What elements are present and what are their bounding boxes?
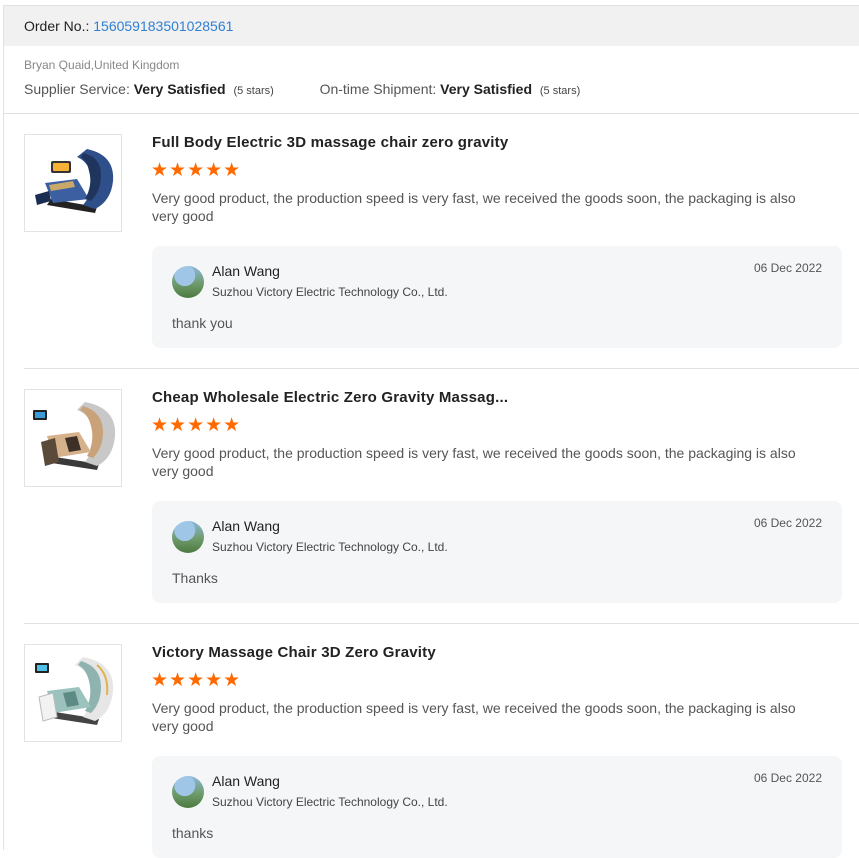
buyer-info: Bryan Quaid,United Kingdom bbox=[24, 58, 180, 72]
star-rating: ★★★★★ bbox=[151, 415, 242, 436]
supplier-reply: Alan Wang Suzhou Victory Electric Techno… bbox=[152, 501, 842, 603]
supplier-service-value: Very Satisfied bbox=[133, 81, 226, 97]
order-number-label: Order No.: 156059183501028561 bbox=[24, 18, 234, 34]
shipment-label: On-time Shipment: bbox=[319, 81, 437, 97]
product-title[interactable]: Victory Massage Chair 3D Zero Gravity bbox=[152, 644, 436, 661]
star-rating: ★★★★★ bbox=[151, 160, 242, 181]
massage-chair-image bbox=[35, 657, 114, 725]
review-text: Very good product, the production speed … bbox=[152, 700, 796, 734]
shipment-value: Very Satisfied bbox=[440, 81, 532, 97]
reply-date: 06 Dec 2022 bbox=[753, 261, 822, 275]
massage-chair-image bbox=[33, 402, 116, 470]
massage-chair-image bbox=[35, 149, 114, 213]
order-header: Order No.: 156059183501028561 bbox=[4, 6, 859, 46]
supplier-reply: Alan Wang Suzhou Victory Electric Techno… bbox=[152, 756, 842, 858]
reply-author: Alan Wang bbox=[212, 518, 280, 534]
shipment-stars: (5 stars) bbox=[539, 85, 581, 97]
product-thumbnail[interactable] bbox=[24, 644, 122, 742]
supplier-service-label: Supplier Service: bbox=[24, 81, 130, 97]
seller-ratings: Supplier Service: Very Satisfied (5 star… bbox=[24, 81, 580, 97]
divider bbox=[24, 368, 859, 369]
product-thumbnail[interactable] bbox=[24, 134, 122, 232]
divider bbox=[24, 623, 859, 624]
reply-company: Suzhou Victory Electric Technology Co., … bbox=[212, 285, 448, 299]
review-text: Very good product, the production speed … bbox=[152, 445, 796, 479]
star-rating: ★★★★★ bbox=[151, 670, 242, 691]
reply-author: Alan Wang bbox=[212, 773, 280, 789]
product-title[interactable]: Full Body Electric 3D massage chair zero… bbox=[152, 134, 508, 151]
supplier-service-stars: (5 stars) bbox=[233, 85, 274, 97]
order-number-link[interactable]: 156059183501028561 bbox=[93, 18, 233, 34]
reply-company: Suzhou Victory Electric Technology Co., … bbox=[212, 795, 448, 809]
product-thumbnail[interactable] bbox=[24, 389, 122, 487]
reply-message: Thanks bbox=[172, 570, 218, 586]
supplier-reply: Alan Wang Suzhou Victory Electric Techno… bbox=[152, 246, 842, 348]
divider bbox=[4, 113, 859, 114]
avatar bbox=[172, 266, 204, 298]
reply-date: 06 Dec 2022 bbox=[753, 771, 822, 785]
avatar bbox=[172, 776, 204, 808]
avatar bbox=[172, 521, 204, 553]
reply-company: Suzhou Victory Electric Technology Co., … bbox=[212, 540, 448, 554]
product-title[interactable]: Cheap Wholesale Electric Zero Gravity Ma… bbox=[152, 389, 508, 406]
reply-author: Alan Wang bbox=[212, 263, 280, 279]
reply-date: 06 Dec 2022 bbox=[753, 516, 822, 530]
review-text: Very good product, the production speed … bbox=[152, 190, 796, 224]
reply-message: thanks bbox=[172, 825, 214, 841]
reply-message: thank you bbox=[172, 315, 233, 331]
